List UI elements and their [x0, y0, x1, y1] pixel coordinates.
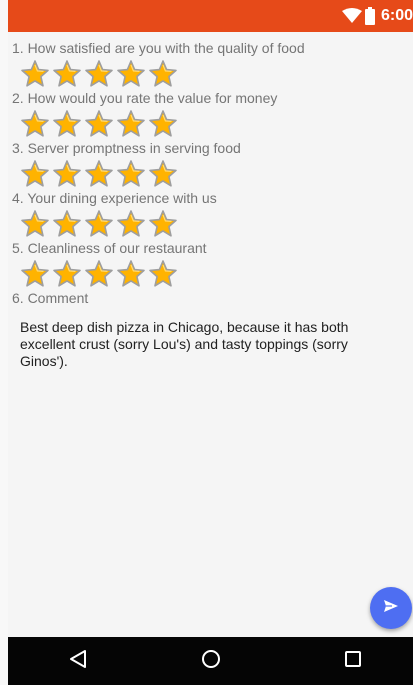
- clock: 6:00: [380, 7, 413, 24]
- survey-content: 1. How satisfied are you with the qualit…: [8, 32, 413, 370]
- star-icon[interactable]: [148, 109, 178, 138]
- battery-icon: [364, 7, 375, 25]
- star-icon[interactable]: [84, 209, 114, 238]
- rating-bar-3[interactable]: [12, 157, 413, 190]
- star-icon[interactable]: [84, 109, 114, 138]
- star-icon[interactable]: [84, 59, 114, 88]
- star-icon[interactable]: [52, 209, 82, 238]
- recents-icon: [344, 650, 362, 673]
- recents-button[interactable]: [323, 637, 383, 685]
- rating-bar-4[interactable]: [12, 207, 413, 240]
- back-icon: [68, 649, 88, 674]
- rating-bar-1[interactable]: [12, 57, 413, 90]
- star-icon[interactable]: [148, 259, 178, 288]
- star-icon[interactable]: [52, 159, 82, 188]
- star-icon[interactable]: [20, 209, 50, 238]
- star-icon[interactable]: [148, 159, 178, 188]
- star-icon[interactable]: [52, 59, 82, 88]
- question-label-3: 3. Server promptness in serving food: [12, 140, 241, 156]
- star-icon[interactable]: [116, 109, 146, 138]
- back-button[interactable]: [48, 637, 108, 685]
- star-icon[interactable]: [20, 59, 50, 88]
- star-icon[interactable]: [20, 109, 50, 138]
- wifi-icon: [341, 8, 362, 24]
- star-icon[interactable]: [116, 159, 146, 188]
- star-icon[interactable]: [84, 259, 114, 288]
- status-icons: 6:00: [341, 0, 413, 32]
- send-button[interactable]: [370, 587, 412, 629]
- question-label-5: 5. Cleanliness of our restaurant: [12, 240, 207, 256]
- home-button[interactable]: [181, 637, 241, 685]
- star-icon[interactable]: [52, 109, 82, 138]
- navigation-bar: [8, 637, 413, 685]
- home-icon: [201, 649, 221, 674]
- question-label-2: 2. How would you rate the value for mone…: [12, 90, 278, 106]
- question-label-4: 4. Your dining experience with us: [12, 190, 217, 206]
- star-icon[interactable]: [116, 259, 146, 288]
- star-icon[interactable]: [84, 159, 114, 188]
- rating-bar-5[interactable]: [12, 257, 413, 290]
- question-label-1: 1. How satisfied are you with the qualit…: [12, 40, 305, 56]
- survey-screen: 6:00 1. How satisfied are you with the q…: [8, 0, 413, 685]
- star-icon[interactable]: [116, 59, 146, 88]
- status-bar: 6:00: [8, 0, 413, 32]
- comment-field[interactable]: Best deep dish pizza in Chicago, because…: [12, 307, 388, 370]
- star-icon[interactable]: [52, 259, 82, 288]
- star-icon[interactable]: [148, 59, 178, 88]
- star-icon[interactable]: [148, 209, 178, 238]
- send-icon: [383, 599, 399, 618]
- star-icon[interactable]: [20, 159, 50, 188]
- comment-label: 6. Comment: [12, 290, 89, 306]
- rating-bar-2[interactable]: [12, 107, 413, 140]
- star-icon[interactable]: [20, 259, 50, 288]
- star-icon[interactable]: [116, 209, 146, 238]
